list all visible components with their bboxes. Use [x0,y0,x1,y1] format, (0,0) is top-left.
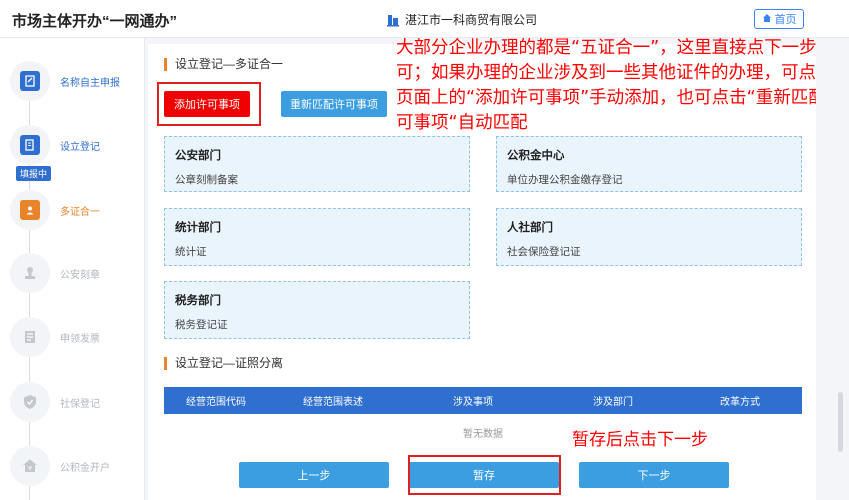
card-subtitle: 税务登记证 [175,319,228,331]
step-police-seal[interactable]: 公安刻章 [10,253,145,293]
table-header-cell: 经营范围代码 [186,397,246,408]
edit-doc-icon [20,71,40,91]
highlight-box-add-permit [157,82,261,126]
step-multi-cert[interactable]: 多证合一 [10,190,145,230]
svg-text:¥: ¥ [28,466,32,473]
step-invoice[interactable]: 申领发票 [10,317,145,357]
table-header-cell: 涉及部门 [593,397,633,408]
section-title-cert-separation: 设立登记—证照分离 [164,357,283,370]
highlight-box-save [408,455,561,495]
step-label: 名称自主申报 [60,77,120,89]
step-label: 社保登记 [60,398,100,410]
annotation-save-note: 暂存后点击下一步 [572,430,708,450]
card-title: 公积金中心 [507,150,565,162]
card-subtitle: 统计证 [175,246,207,258]
form-edit-icon [20,135,40,155]
card-human-resources: 人社部门 社会保险登记证 [496,208,802,266]
annotation-note: 大部分企业办理的都是“五证合一”，这里直接点下一步即可；如果办理的企业涉及到一些… [396,38,844,133]
table-header-cell: 经营范围表述 [303,397,363,408]
step-social-security[interactable]: 社保登记 [10,382,145,422]
scrollbar-thumb[interactable] [838,392,843,452]
card-statistics: 统计部门 统计证 [164,208,470,266]
section-title-multi-cert: 设立登记—多证合一 [164,58,283,71]
card-subtitle: 单位办理公积金缴存登记 [507,174,623,186]
step-name-declaration[interactable]: 名称自主申报 [10,61,145,101]
card-police: 公安部门 公章刻制备案 [164,136,470,192]
step-housing-fund[interactable]: ¥ 公积金开户 [10,446,145,486]
step-circle: ¥ [10,446,50,486]
stamp-icon [20,263,40,283]
step-circle [10,61,50,101]
card-title: 人社部门 [507,222,553,234]
step-label: 多证合一 [60,206,100,218]
top-bar: 市场主体开办“一网通办” 湛江市一科商贸有限公司 首页 [0,0,849,38]
next-button[interactable]: 下一步 [579,462,729,488]
card-subtitle: 公章刻制备案 [175,174,238,186]
card-housing-fund: 公积金中心 单位办理公积金缴存登记 [496,136,802,192]
rematch-permit-button[interactable]: 重新匹配许可事项 [281,91,387,117]
step-circle [10,382,50,422]
house-fund-icon: ¥ [20,456,40,476]
prev-button[interactable]: 上一步 [239,462,389,488]
card-title: 统计部门 [175,222,221,234]
card-tax: 税务部门 税务登记证 [164,281,470,339]
step-label: 公积金开户 [60,462,110,474]
shield-icon [20,392,40,412]
table-header: 经营范围代码 经营范围表述 涉及事项 涉及部门 改革方式 [164,387,802,414]
page-margin [816,38,849,500]
step-registration[interactable]: 设立登记 [10,125,145,165]
table-header-cell: 改革方式 [720,397,760,408]
company-name: 湛江市一科商贸有限公司 [386,11,537,28]
company-label: 湛江市一科商贸有限公司 [405,13,538,27]
invoice-icon [20,327,40,347]
app-title: 市场主体开办“一网通办” [12,13,178,30]
building-icon [386,13,400,27]
step-label: 申领发票 [60,333,100,345]
card-title: 税务部门 [175,295,221,307]
card-title: 公安部门 [175,150,221,162]
card-subtitle: 社会保险登记证 [507,246,581,258]
step-label: 设立登记 [60,141,100,153]
step-label: 公安刻章 [60,269,100,281]
status-badge: 填报中 [16,166,52,181]
id-card-icon [20,200,40,220]
home-icon [762,13,772,26]
table-header-cell: 涉及事项 [453,397,493,408]
home-label: 首页 [774,14,797,26]
step-circle [10,190,50,230]
step-circle [10,317,50,357]
step-circle [10,125,50,165]
step-circle [10,253,50,293]
home-button[interactable]: 首页 [754,9,804,29]
